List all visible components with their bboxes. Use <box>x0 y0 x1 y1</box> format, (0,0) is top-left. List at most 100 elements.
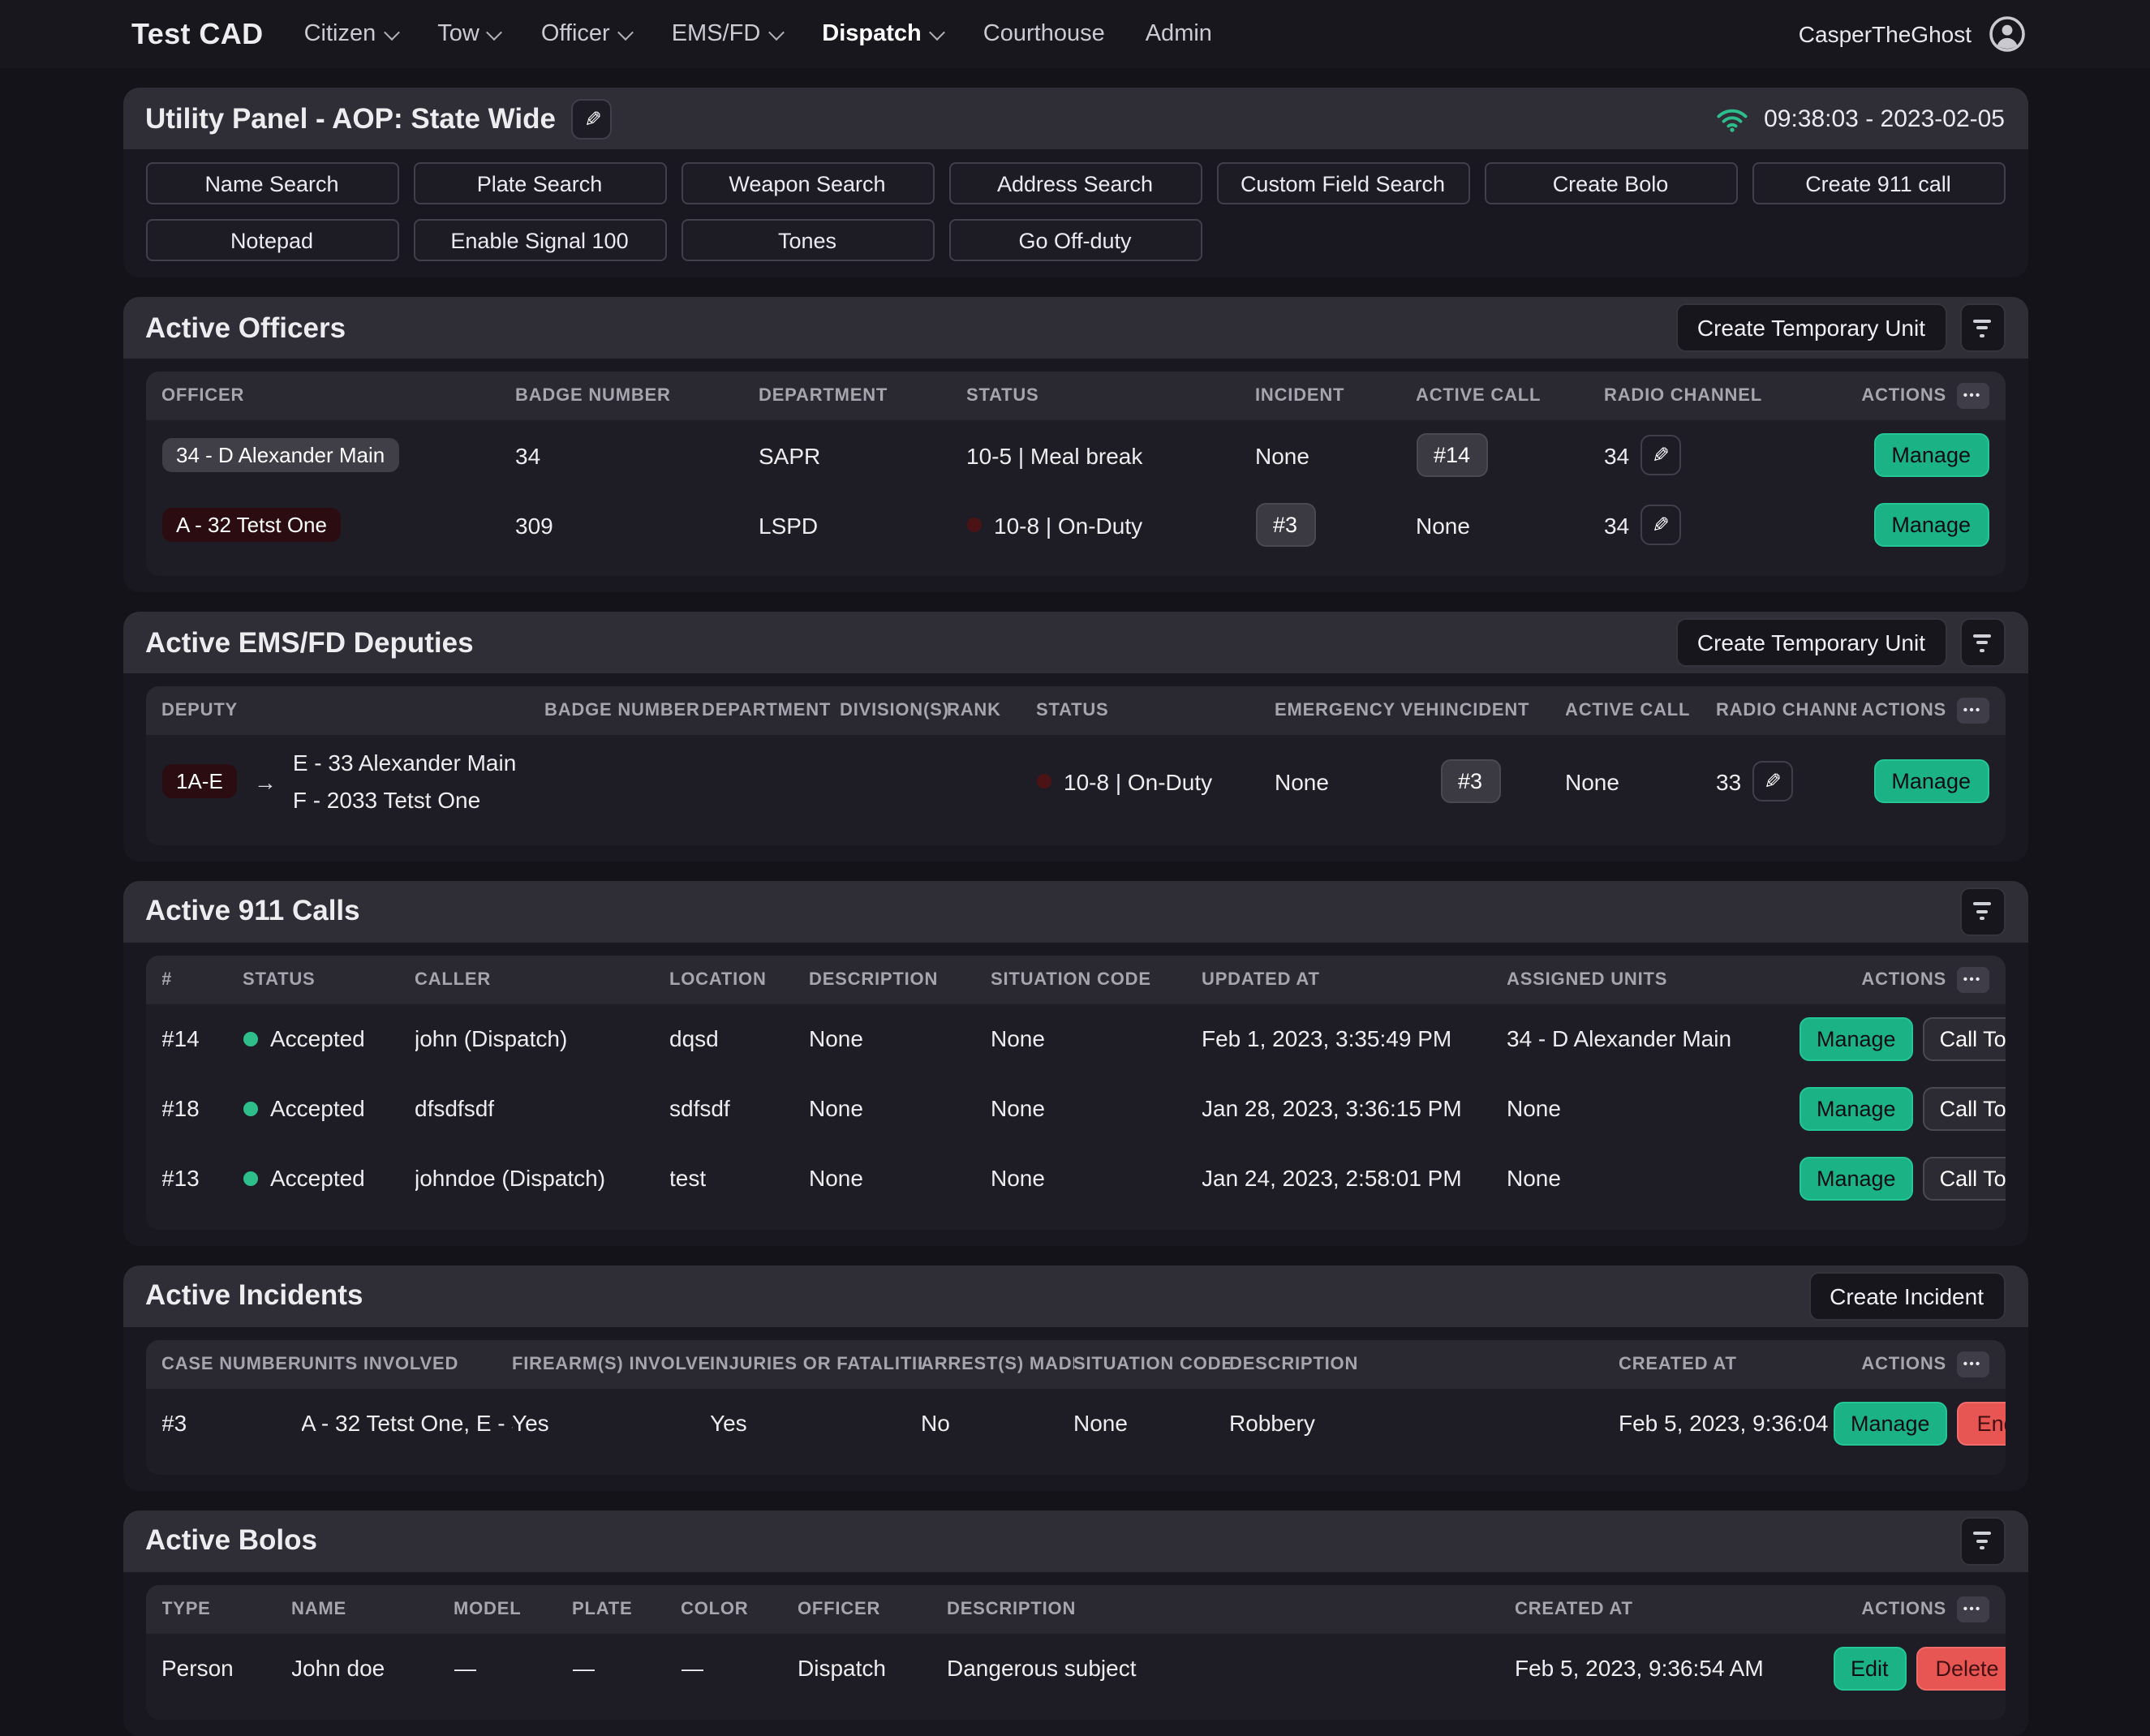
col-actions-label: ACTIONS <box>1861 1600 1946 1619</box>
active-officers-title: Active Officers <box>145 311 346 345</box>
create-temporary-unit-button[interactable]: Create Temporary Unit <box>1676 303 1946 352</box>
active-incidents-header: Active Incidents Create Incident <box>123 1265 2027 1327</box>
edit-bolo-button[interactable]: Edit <box>1833 1647 1907 1691</box>
col-officer: OFFICER <box>161 386 515 406</box>
col-firearms-involved: FIREARM(S) INVOLVED <box>512 1355 710 1374</box>
col-rank: RANK <box>947 701 1036 720</box>
status-cell: 10-8 | On-Duty <box>1036 769 1275 795</box>
col-actions: ACTIONS ••• <box>1799 967 1989 993</box>
create-incident-button[interactable]: Create Incident <box>1808 1272 2005 1321</box>
chevron-down-icon <box>617 24 634 40</box>
call-tow-button[interactable]: Call Tow <box>1924 1017 2005 1061</box>
manage-officer-button[interactable]: Manage <box>1873 433 1989 477</box>
notepad-button[interactable]: Notepad <box>145 219 398 261</box>
connection-wifi-icon <box>1715 105 1749 132</box>
manage-incident-button[interactable]: Manage <box>1833 1402 1948 1446</box>
col-actions-label: ACTIONS <box>1861 1355 1946 1374</box>
delete-bolo-button[interactable]: Delete <box>1916 1647 2005 1691</box>
officers-table: OFFICER BADGE NUMBER DEPARTMENT STATUS I… <box>145 372 2005 576</box>
updated-at-cell: Jan 24, 2023, 2:58:01 PM <box>1202 1166 1507 1192</box>
manage-call-button[interactable]: Manage <box>1799 1017 1914 1061</box>
nav-item-dispatch[interactable]: Dispatch <box>822 21 943 47</box>
col-arrests-made: ARREST(S) MADE <box>921 1355 1073 1374</box>
create-911-call-button[interactable]: Create 911 call <box>1752 162 2005 204</box>
go-off-duty-button[interactable]: Go Off-duty <box>948 219 1202 261</box>
status-text: 10-8 | On-Duty <box>1064 769 1212 795</box>
col-situation-code: SITUATION CODE <box>991 970 1202 990</box>
col-officer: OFFICER <box>798 1600 947 1619</box>
call-tow-button[interactable]: Call Tow <box>1924 1157 2005 1201</box>
col-status: STATUS <box>243 970 415 990</box>
edit-radio-channel-button[interactable]: ✎ <box>1752 762 1793 802</box>
nav-item-label: EMS/FD <box>672 21 761 47</box>
edit-aop-button[interactable]: ✎ <box>572 98 613 139</box>
incidents-table-header: CASE NUMBER UNITS INVOLVED FIREARM(S) IN… <box>145 1340 2005 1389</box>
col-plate: PLATE <box>572 1600 681 1619</box>
col-actions: ACTIONS ••• <box>1855 698 1989 724</box>
nav-item-tow[interactable]: Tow <box>437 21 501 47</box>
filter-icon[interactable] <box>1959 1517 2005 1566</box>
active-call-button[interactable]: #14 <box>1416 433 1488 477</box>
column-options-icon[interactable]: ••• <box>1956 1596 1989 1622</box>
filter-icon[interactable] <box>1959 618 2005 667</box>
weapon-search-button[interactable]: Weapon Search <box>681 162 934 204</box>
status-text: 10-8 | On-Duty <box>994 512 1142 538</box>
plate-search-button[interactable]: Plate Search <box>413 162 666 204</box>
situation-code-cell: None <box>991 1096 1202 1122</box>
filter-bar <box>1980 648 1984 651</box>
chevron-down-icon <box>768 24 784 40</box>
nav-item-citizen[interactable]: Citizen <box>304 21 398 47</box>
edit-radio-channel-button[interactable]: ✎ <box>1640 505 1681 545</box>
end-incident-button[interactable]: End <box>1958 1402 2005 1446</box>
pencil-icon: ✎ <box>1764 771 1782 793</box>
edit-radio-channel-button[interactable]: ✎ <box>1640 435 1681 475</box>
manage-officer-button[interactable]: Manage <box>1873 503 1989 547</box>
manage-call-button[interactable]: Manage <box>1799 1087 1914 1131</box>
column-options-icon[interactable]: ••• <box>1956 1351 1989 1377</box>
call-id-cell: #14 <box>161 1026 243 1052</box>
nav-item-admin[interactable]: Admin <box>1146 21 1212 47</box>
created-at-cell: Feb 5, 2023, 9:36:04 AM <box>1619 1411 1833 1437</box>
active-call-cell: None <box>1565 769 1716 795</box>
location-cell: dqsd <box>669 1026 809 1052</box>
enable-signal-100-button[interactable]: Enable Signal 100 <box>413 219 666 261</box>
incident-button[interactable]: #3 <box>1440 760 1500 804</box>
officers-table-header: OFFICER BADGE NUMBER DEPARTMENT STATUS I… <box>145 372 2005 420</box>
chevron-down-icon <box>487 24 503 40</box>
name-search-button[interactable]: Name Search <box>145 162 398 204</box>
nav-item-courthouse[interactable]: Courthouse <box>983 21 1105 47</box>
column-options-icon[interactable]: ••• <box>1956 967 1989 993</box>
filter-icon[interactable] <box>1959 303 2005 352</box>
col-incident: INCIDENT <box>1255 386 1416 406</box>
column-options-icon[interactable]: ••• <box>1956 698 1989 724</box>
nav-item-emsfd[interactable]: EMS/FD <box>672 21 782 47</box>
address-search-button[interactable]: Address Search <box>948 162 1202 204</box>
col-department: DEPARTMENT <box>702 701 840 720</box>
member-name: F - 2033 Tetst One <box>293 785 517 816</box>
col-description: DESCRIPTION <box>947 1600 1515 1619</box>
filter-icon[interactable] <box>1959 887 2005 936</box>
col-updated-at: UPDATED AT <box>1202 970 1507 990</box>
tones-button[interactable]: Tones <box>681 219 934 261</box>
nav-item-officer[interactable]: Officer <box>541 21 631 47</box>
col-status: STATUS <box>1036 701 1275 720</box>
utility-panel-header: Utility Panel - AOP: State Wide ✎ <box>123 88 2027 149</box>
manage-deputy-button[interactable]: Manage <box>1873 760 1989 804</box>
custom-field-search-button[interactable]: Custom Field Search <box>1216 162 1469 204</box>
arrests-made-cell: No <box>921 1411 1073 1437</box>
unit-chip[interactable]: 1A-E <box>161 765 238 799</box>
manage-call-button[interactable]: Manage <box>1799 1157 1914 1201</box>
create-temporary-unit-button[interactable]: Create Temporary Unit <box>1676 618 1946 667</box>
filter-bar <box>1976 1540 1988 1543</box>
col-actions: ACTIONS ••• <box>1833 1351 1989 1377</box>
create-bolo-button[interactable]: Create Bolo <box>1484 162 1737 204</box>
user-avatar-icon[interactable] <box>1988 15 2027 54</box>
incident-button[interactable]: #3 <box>1255 503 1315 547</box>
col-created-at: CREATED AT <box>1515 1600 1833 1619</box>
ems-table: DEPUTY BADGE NUMBER DEPARTMENT DIVISION(… <box>145 686 2005 845</box>
col-deputy: DEPUTY <box>161 701 544 720</box>
call-tow-button[interactable]: Call Tow <box>1924 1087 2005 1131</box>
unit-chip[interactable]: A - 32 Tetst One <box>161 508 342 542</box>
column-options-icon[interactable]: ••• <box>1956 383 1989 409</box>
unit-chip[interactable]: 34 - D Alexander Main <box>161 438 399 472</box>
